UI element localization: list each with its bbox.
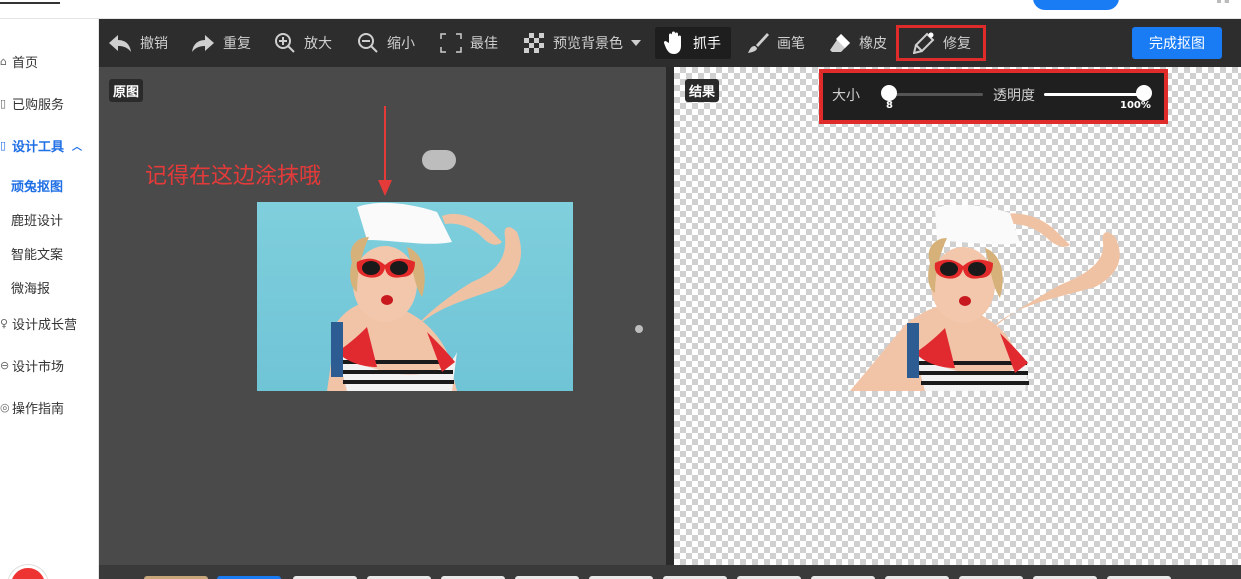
result-label: 结果	[685, 79, 720, 102]
app-window: ⌂ 首页 ▯ 已购服务 ▯ 设计工具 ︿ 顽兔抠图 鹿班设计 智能文案 微海报 …	[0, 0, 1241, 579]
size-slider-handle[interactable]	[881, 85, 897, 101]
opacity-label: 透明度	[993, 88, 1035, 104]
size-value: 8	[886, 100, 893, 111]
redo-icon	[192, 35, 214, 52]
preview-bg-dropdown[interactable]: 预览背景色	[523, 19, 641, 67]
annotation-text: 记得在这边涂抹哦	[145, 164, 322, 189]
sidebar-subitem-koutu[interactable]: 顽兔抠图	[11, 176, 63, 195]
sidebar-subitem-luban[interactable]: 鹿班设计	[11, 210, 63, 229]
original-label: 原图	[109, 79, 144, 102]
repair-brush-icon	[913, 32, 935, 54]
top-bar	[0, 0, 1241, 19]
brush-tool-button[interactable]: 画笔	[747, 19, 805, 67]
eraser-tool-button[interactable]: 橡皮	[829, 19, 887, 67]
size-label: 大小	[832, 88, 860, 104]
guide-icon: ◎	[0, 401, 10, 414]
zoom-in-label: 放大	[304, 36, 332, 52]
editor-toolbar: 撤销 重复 放大 缩小 最佳 预览背景色 抓手 画笔 橡皮 修复 完成抠图	[99, 19, 1241, 67]
opacity-slider-fill	[1044, 93, 1144, 96]
drag-handle[interactable]	[422, 150, 456, 170]
thumbnail-strip	[99, 565, 1241, 579]
sidebar-item-growth[interactable]: ♀ 设计成长营	[0, 314, 77, 333]
sidebar-subitem-poster[interactable]: 微海报	[11, 278, 50, 297]
redo-label: 重复	[223, 36, 251, 52]
eraser-icon	[830, 34, 850, 52]
sidebar-item-label: 设计工具	[12, 140, 65, 155]
service-icon: ▯	[0, 97, 7, 110]
top-action-button[interactable]	[1033, 0, 1119, 10]
sidebar-item-services[interactable]: ▯ 已购服务	[0, 94, 64, 113]
original-image[interactable]	[257, 202, 573, 391]
home-icon: ⌂	[0, 55, 7, 68]
market-icon: ⊖	[0, 359, 10, 372]
growth-icon: ♀	[0, 317, 9, 330]
opacity-slider[interactable]	[1044, 93, 1144, 96]
best-fit-button[interactable]: 最佳	[440, 19, 498, 67]
repair-tool-label: 修复	[943, 36, 971, 52]
undo-icon	[109, 35, 131, 52]
original-photo	[327, 202, 522, 391]
result-cutout-image	[850, 205, 1120, 391]
sidebar-item-label: 操作指南	[12, 402, 65, 417]
avatar[interactable]	[8, 565, 48, 579]
sidebar-item-guide[interactable]: ◎ 操作指南	[0, 398, 64, 417]
hand-icon	[663, 31, 681, 54]
opacity-value: 100%	[1120, 100, 1151, 111]
apps-grid-icon[interactable]	[1217, 0, 1229, 6]
brush-tool-label: 画笔	[777, 36, 805, 52]
eraser-tool-label: 橡皮	[859, 36, 887, 52]
caret-down-icon	[631, 40, 641, 46]
sidebar-item-label: 设计成长营	[12, 318, 78, 333]
design-tools-icon: ▯	[0, 139, 7, 152]
sidebar-item-home[interactable]: ⌂ 首页	[0, 52, 38, 71]
arrow-down-icon	[378, 106, 392, 196]
repair-tool-button[interactable]: 修复	[896, 25, 986, 61]
preview-bg-label: 预览背景色	[553, 36, 623, 52]
logo	[0, 0, 60, 4]
brush-icon	[748, 33, 769, 53]
sidebar-item-label: 设计市场	[12, 360, 65, 375]
sidebar-subitem-copywriting[interactable]: 智能文案	[11, 244, 63, 263]
hand-tool-button[interactable]: 抓手	[655, 27, 731, 59]
undo-button[interactable]: 撤销	[108, 19, 168, 67]
fit-icon	[440, 33, 462, 53]
sidebar-item-market[interactable]: ⊖ 设计市场	[0, 356, 64, 375]
brush-settings-panel: 大小 8 透明度 100%	[819, 69, 1168, 124]
hand-tool-label: 抓手	[693, 36, 721, 52]
zoom-in-button[interactable]: 放大	[274, 19, 332, 67]
sidebar-item-label: 已购服务	[12, 98, 65, 113]
opacity-slider-handle[interactable]	[1136, 85, 1152, 101]
chevron-up-icon[interactable]: ︿	[72, 138, 82, 153]
zoom-out-icon	[358, 33, 378, 53]
zoom-out-button[interactable]: 缩小	[357, 19, 415, 67]
sidebar-item-label: 首页	[12, 56, 39, 71]
sidebar: ⌂ 首页 ▯ 已购服务 ▯ 设计工具 ︿ 顽兔抠图 鹿班设计 智能文案 微海报 …	[0, 19, 99, 579]
brush-cursor	[635, 325, 643, 333]
undo-label: 撤销	[140, 36, 168, 52]
best-fit-label: 最佳	[470, 36, 498, 52]
finish-cutout-button[interactable]: 完成抠图	[1132, 27, 1222, 59]
zoom-in-icon	[275, 33, 295, 53]
sidebar-item-design-tools[interactable]: ▯ 设计工具 ︿	[0, 136, 82, 155]
size-slider[interactable]	[889, 93, 983, 96]
panel-divider	[666, 67, 674, 565]
zoom-out-label: 缩小	[387, 36, 415, 52]
redo-button[interactable]: 重复	[191, 19, 251, 67]
checkerboard-icon	[524, 33, 544, 53]
